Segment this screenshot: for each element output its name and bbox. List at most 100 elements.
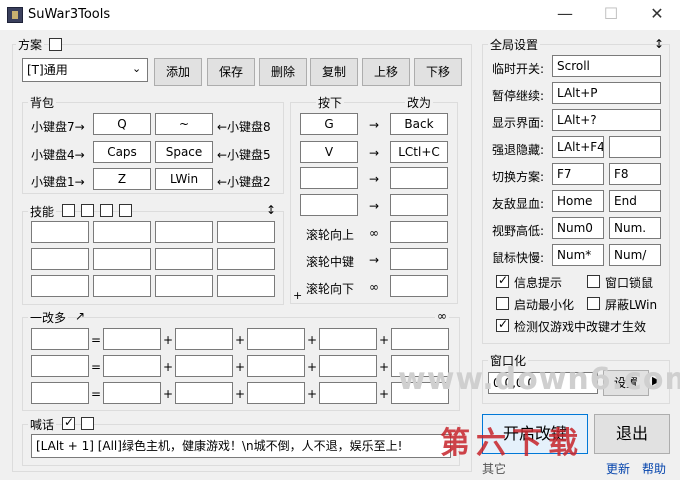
update-link[interactable]: 更新 (606, 460, 630, 477)
exit-button[interactable]: 退出 (594, 414, 670, 454)
expand-arrow-icon[interactable]: ↗ (75, 309, 85, 323)
map-to-field[interactable]: LCtl+C (390, 141, 448, 163)
block-lwin-checkbox[interactable] (587, 297, 600, 310)
bag-right-label: ←小键盘2 (217, 175, 271, 189)
multi-target-field[interactable] (319, 382, 377, 404)
setting-label: 强退隐藏: (492, 143, 545, 157)
view-height-field-2[interactable]: Num. (609, 217, 661, 239)
change-to-label: 改为 (405, 94, 434, 111)
bag-key-field[interactable]: Space (155, 141, 213, 163)
add-button[interactable]: 添加 (154, 58, 202, 86)
bag-key-field[interactable]: LWin (155, 168, 213, 190)
skill-field[interactable] (93, 221, 151, 243)
add-icon[interactable]: + (293, 289, 302, 302)
lock-mouse-checkbox[interactable] (587, 275, 600, 288)
map-to-field[interactable] (390, 167, 448, 189)
move-up-button[interactable]: 上移 (362, 58, 410, 86)
bag-right-label: ←小键盘8 (217, 120, 271, 134)
other-label: 其它 (482, 462, 507, 476)
map-to-field[interactable]: Back (390, 113, 448, 135)
skills-checkbox[interactable] (62, 204, 75, 217)
sort-icon[interactable]: ↕ (654, 37, 664, 51)
skill-field[interactable] (31, 275, 89, 297)
delete-button[interactable]: 删除 (259, 58, 307, 86)
toggle-hotkey-field[interactable]: Scroll (552, 55, 661, 77)
wheel-up-label: 滚轮向上 (306, 228, 355, 242)
health-bar-field[interactable]: Home (552, 190, 604, 212)
skill-field[interactable] (217, 221, 275, 243)
sort-icon[interactable]: ↕ (266, 203, 276, 217)
skills-checkbox[interactable] (119, 204, 132, 217)
map-from-field[interactable]: V (300, 141, 358, 163)
skill-field[interactable] (217, 275, 275, 297)
wheel-up-field[interactable] (390, 221, 448, 243)
scheme-checkbox[interactable] (49, 38, 62, 51)
mouse-speed-field-2[interactable]: Num/ (609, 244, 661, 266)
wheel-down-label: 滚轮向下 (306, 282, 355, 296)
start-minimized-checkbox[interactable] (496, 297, 509, 310)
map-from-field[interactable]: G (300, 113, 358, 135)
multi-target-field[interactable] (391, 328, 449, 350)
health-bar-field-2[interactable]: End (609, 190, 661, 212)
force-quit-hotkey-field[interactable]: LAlt+F4 (552, 136, 604, 158)
game-only-checkbox[interactable] (496, 317, 509, 332)
info-tip-checkbox[interactable] (496, 273, 509, 288)
multi-target-field[interactable] (247, 355, 305, 377)
skill-field[interactable] (93, 248, 151, 270)
skill-field[interactable] (93, 275, 151, 297)
skill-field[interactable] (155, 248, 213, 270)
multi-target-field[interactable] (175, 355, 233, 377)
view-height-field[interactable]: Num0 (552, 217, 604, 239)
shout-select[interactable]: [LAlt + 1] [All]绿色主机，健康游戏！\n城不倒，人不退，娱乐至上… (31, 434, 451, 458)
mouse-speed-field[interactable]: Num* (552, 244, 604, 266)
setting-label: 鼠标快慢: (492, 251, 545, 265)
bag-key-field[interactable]: Z (93, 168, 151, 190)
skills-checkbox[interactable] (81, 204, 94, 217)
multi-source-field[interactable] (31, 382, 89, 404)
bag-left-label: 小键盘4→ (31, 148, 85, 162)
skill-field[interactable] (31, 221, 89, 243)
skill-field[interactable] (155, 221, 213, 243)
shout-label: 喊话 (28, 416, 57, 433)
skill-field[interactable] (31, 248, 89, 270)
multi-source-field[interactable] (31, 355, 89, 377)
copy-button[interactable]: 复制 (310, 58, 358, 86)
plus-sign: + (162, 333, 174, 347)
force-quit-hotkey-field-2[interactable] (609, 136, 661, 158)
map-from-field[interactable] (300, 194, 358, 216)
multi-target-field[interactable] (175, 382, 233, 404)
save-button[interactable]: 保存 (207, 58, 255, 86)
multi-target-field[interactable] (103, 328, 161, 350)
multi-source-field[interactable] (31, 328, 89, 350)
maximize-button[interactable]: ☐ (588, 0, 634, 30)
wheel-middle-field[interactable] (390, 248, 448, 270)
multi-target-field[interactable] (103, 382, 161, 404)
bag-key-field[interactable]: ~ (155, 113, 213, 135)
minimize-button[interactable]: — (542, 0, 588, 30)
close-button[interactable]: ✕ (634, 0, 680, 30)
multi-target-field[interactable] (247, 328, 305, 350)
map-from-field[interactable] (300, 167, 358, 189)
switch-scheme-field[interactable]: F7 (552, 163, 604, 185)
scheme-select[interactable]: [T]通用 (22, 58, 148, 82)
show-ui-hotkey-field[interactable]: LAlt+? (552, 109, 661, 131)
skills-checkbox[interactable] (100, 204, 113, 217)
wheel-down-field[interactable] (390, 275, 448, 297)
bag-key-field[interactable]: Q (93, 113, 151, 135)
map-to-field[interactable] (390, 194, 448, 216)
move-down-button[interactable]: 下移 (414, 58, 462, 86)
multi-target-field[interactable] (175, 328, 233, 350)
bag-key-field[interactable]: Caps (93, 141, 151, 163)
infinity-icon[interactable]: ∞ (435, 309, 449, 323)
multi-target-field[interactable] (247, 382, 305, 404)
shout-checkbox[interactable] (81, 417, 94, 430)
pause-hotkey-field[interactable]: LAlt+P (552, 82, 661, 104)
shout-checkbox[interactable] (62, 415, 75, 430)
multi-target-field[interactable] (103, 355, 161, 377)
skill-field[interactable] (217, 248, 275, 270)
multi-target-field[interactable] (319, 328, 377, 350)
skill-field[interactable] (155, 275, 213, 297)
help-link[interactable]: 帮助 (642, 460, 666, 477)
multi-target-field[interactable] (319, 355, 377, 377)
switch-scheme-field-2[interactable]: F8 (609, 163, 661, 185)
